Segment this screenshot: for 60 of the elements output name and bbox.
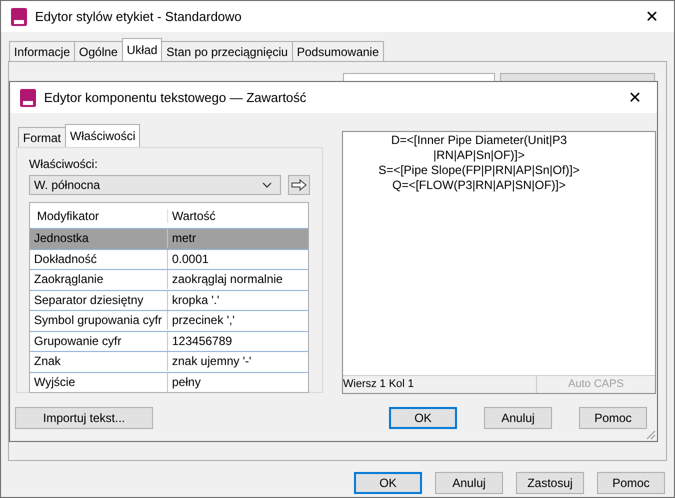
table-cell-text: kropka '.' [171,292,220,309]
close-button[interactable]: ✕ [630,2,674,32]
dialog-title: Edytor komponentu tekstowego — Zawartość [44,90,306,105]
table-cell: Zaokrąglanie [30,270,168,290]
table-row[interactable]: Jednostka metr [30,229,308,250]
status-text: Wiersz 1 Kol 1 [343,376,537,393]
tab[interactable]: Informacje [9,41,76,61]
table-row[interactable]: Zaokrąglanie zaokrąglaj normalnie [30,270,308,290]
table-cell-text: przecinek ',' [171,312,236,330]
table-cell: Dokładność [30,250,168,269]
editor-line: S=<[Pipe Slope(FP|P|RN|AP|Sn|Of)]> [378,163,580,178]
tab[interactable]: Stan po przeciągnięciu [161,41,293,61]
table-cell-text: zaokrąglaj normalnie [171,271,284,288]
arrow-right-icon [291,179,307,191]
caps-status: Auto CAPS [567,377,625,392]
table-cell: Separator dziesiętny [30,290,168,310]
dialog-button[interactable]: OK [354,472,422,494]
column-header: Modyfikator [30,208,168,222]
tab[interactable]: Ogólne [74,41,123,61]
tab[interactable]: Właściwości [65,124,140,147]
tab[interactable]: Układ [122,38,162,61]
table-cell: Symbol grupowania cyfr [30,311,168,330]
table-row[interactable]: Wyjście pełny [30,372,308,392]
properties-dropdown[interactable]: W. północna [29,175,281,195]
table-cell: Znak [30,352,168,372]
resize-grip-icon [646,430,656,440]
editor-line: Q=<[FLOW(P3|RN|AP|SN|OF)]> [392,178,566,193]
table-cell-text: 123456789 [171,332,234,350]
dialog-button[interactable]: Zastosuj [516,472,584,494]
table-cell-text: pełny [171,374,202,391]
table-cell: Wyjście [30,372,168,392]
dialog-button[interactable]: Anuluj [484,407,552,429]
column-header: Wartość [171,208,217,222]
table-row[interactable]: Dokładność 0.0001 [30,250,308,270]
editor-line: D=<[Inner Pipe Diameter(Unit|P3 [391,133,567,148]
editor-line: |RN|AP|Sn|OF)]> [433,148,525,163]
table-row[interactable]: Grupowanie cyfr 123456789 [30,332,308,352]
app-logo-icon [20,88,36,106]
table-cell-text: 0.0001 [171,250,210,268]
dialog-button[interactable]: OK [389,407,457,429]
app-logo-icon [11,8,27,26]
table-cell-text: metr [171,230,197,248]
close-button[interactable]: ✕ [613,82,657,112]
table-cell: Grupowanie cyfr [30,332,168,351]
dialog-button[interactable]: Anuluj [435,472,503,494]
dialog-button[interactable]: Pomoc [579,407,647,429]
table-row[interactable]: Separator dziesiętny kropka '.' [30,290,308,311]
tab[interactable]: Podsumowanie [292,41,384,61]
table-row[interactable]: Symbol grupowania cyfr przecinek ',' [30,311,308,332]
table-row[interactable]: Znak znak ujemny '-' [30,352,308,372]
insert-button[interactable] [288,175,310,195]
dialog-button[interactable]: Pomoc [597,472,665,494]
table-cell-text: znak ujemny '-' [171,353,252,370]
field-label: Właściwości: [29,157,99,171]
window-title: Edytor stylów etykiet - Standardowo [35,9,242,24]
table-cell: Jednostka [30,229,168,248]
chevron-down-icon [262,182,272,188]
import-button[interactable]: Importuj tekst... [15,407,153,429]
tab[interactable]: Format [18,127,66,147]
text-editor[interactable]: D=<[Inner Pipe Diameter(Unit|P3 |RN|AP|Sn|OF)]> S=<[Pipe Slope(FP|P|RN|AP|Sn|Of)]> Q=<[FLOW(P3|RN|AP|SN|OF)]> Wiersz 1 Kol 1 Auto CAPS [342,131,656,394]
